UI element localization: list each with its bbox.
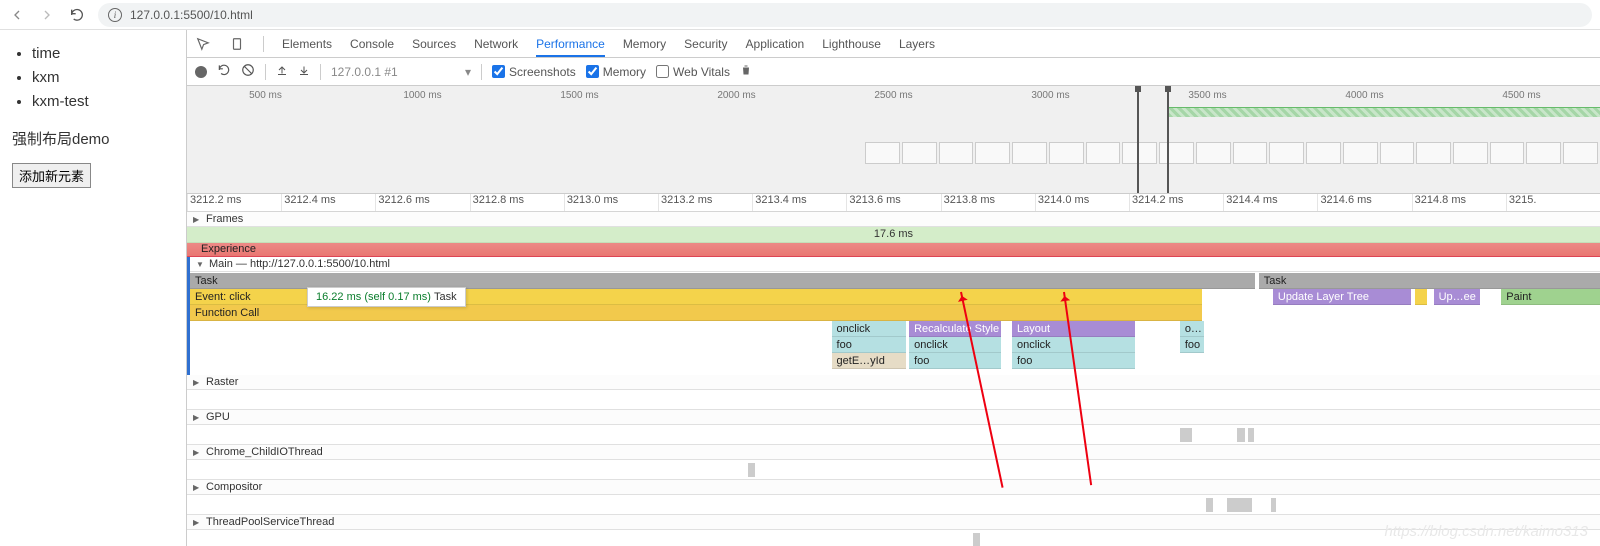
foo-short-bar[interactable]: foo (1180, 337, 1204, 353)
tab-performance[interactable]: Performance (536, 31, 605, 57)
browser-toolbar: i 127.0.0.1:5500/10.html (0, 0, 1600, 30)
device-icon[interactable] (229, 36, 245, 52)
webvitals-checkbox[interactable]: Web Vitals (656, 65, 730, 79)
tab-elements[interactable]: Elements (282, 31, 332, 57)
small-yellow-bar[interactable] (1415, 289, 1426, 305)
tab-memory[interactable]: Memory (623, 31, 666, 57)
inspect-icon[interactable] (195, 36, 211, 52)
page-content: time kxm kxm-test 强制布局demo 添加新元素 (0, 30, 186, 546)
gpu-header[interactable]: ▶GPU (187, 410, 1600, 425)
tab-sources[interactable]: Sources (412, 31, 456, 57)
gpu-lane[interactable] (187, 425, 1600, 445)
upload-button[interactable] (276, 64, 288, 79)
flame-chart[interactable]: ▶Frames 17.6 ms Experience ▼Main — http:… (187, 212, 1600, 546)
paint-bar[interactable]: Paint (1501, 289, 1600, 305)
compositor-header[interactable]: ▶Compositor (187, 480, 1600, 495)
tab-console[interactable]: Console (350, 31, 394, 57)
reload-button[interactable] (68, 6, 86, 24)
tab-application[interactable]: Application (746, 31, 805, 57)
forward-button[interactable] (38, 6, 56, 24)
download-button[interactable] (298, 64, 310, 79)
overview-selection[interactable] (1137, 86, 1169, 193)
overview-fps-strip (1169, 107, 1600, 117)
url-text: 127.0.0.1:5500/10.html (130, 8, 253, 22)
overview-screenshots (865, 142, 1600, 164)
main-header[interactable]: ▼Main — http://127.0.0.1:5500/10.html (190, 257, 1600, 272)
experience-lane[interactable]: Experience (187, 243, 1600, 257)
url-bar[interactable]: i 127.0.0.1:5500/10.html (98, 3, 1592, 27)
page-heading: 强制布局demo (12, 128, 182, 149)
layout-bar[interactable]: Layout (1012, 321, 1135, 337)
o-short-bar[interactable]: o… (1180, 321, 1204, 337)
raster-lane[interactable] (187, 390, 1600, 410)
memory-checkbox[interactable]: Memory (586, 65, 646, 79)
record-button[interactable] (195, 66, 207, 78)
getelementbyid-bar[interactable]: getE…yId (832, 353, 907, 369)
devtools-tabs: Elements Console Sources Network Perform… (187, 30, 1600, 58)
perf-toolbar: 127.0.0.1 #1▾ Screenshots Memory Web Vit… (187, 58, 1600, 86)
raster-header[interactable]: ▶Raster (187, 375, 1600, 390)
watermark: https://blog.csdn.net/kaimo313 (1385, 523, 1588, 540)
update-layer-tree-bar[interactable]: Update Layer Tree (1273, 289, 1411, 305)
foo-bar-1[interactable]: foo (832, 337, 907, 353)
screenshots-checkbox[interactable]: Screenshots (492, 65, 576, 79)
list-item: kxm-test (32, 90, 182, 114)
add-element-button[interactable]: 添加新元素 (12, 163, 91, 188)
timeline-ruler[interactable]: 3212.2 ms 3212.4 ms 3212.6 ms 3212.8 ms … (187, 194, 1600, 212)
child-io-lane[interactable] (187, 460, 1600, 480)
list-item: kxm (32, 66, 182, 90)
tab-lighthouse[interactable]: Lighthouse (822, 31, 881, 57)
compositor-lane[interactable] (187, 495, 1600, 515)
frames-header[interactable]: ▶Frames (187, 212, 1600, 227)
function-call-bar[interactable]: Function Call (190, 305, 1202, 321)
up-ee-bar[interactable]: Up…ee (1434, 289, 1481, 305)
child-io-header[interactable]: ▶Chrome_ChildIOThread (187, 445, 1600, 460)
tab-security[interactable]: Security (684, 31, 727, 57)
tab-layers[interactable]: Layers (899, 31, 935, 57)
list-item: time (32, 42, 182, 66)
frames-lane[interactable]: 17.6 ms (187, 227, 1600, 243)
tab-network[interactable]: Network (474, 31, 518, 57)
foo-bar-2[interactable]: foo (909, 353, 1001, 369)
onclick-bar-1[interactable]: onclick (832, 321, 907, 337)
devtools-panel: Elements Console Sources Network Perform… (186, 30, 1600, 546)
timing-tooltip: 16.22 ms (self 0.17 ms) Task (307, 287, 466, 307)
back-button[interactable] (8, 6, 26, 24)
recording-dropdown[interactable]: 127.0.0.1 #1▾ (331, 65, 471, 79)
onclick-bar-2[interactable]: onclick (909, 337, 1001, 353)
clear-button[interactable] (241, 63, 255, 80)
site-info-icon[interactable]: i (108, 8, 122, 22)
timeline-overview[interactable]: 500 ms 1000 ms 1500 ms 2000 ms 2500 ms 3… (187, 86, 1600, 194)
trash-button[interactable] (740, 64, 752, 79)
recalc-style-bar[interactable]: Recalculate Style (909, 321, 1001, 337)
reload-record-button[interactable] (217, 63, 231, 80)
task-bar-2[interactable]: Task (1259, 273, 1600, 289)
